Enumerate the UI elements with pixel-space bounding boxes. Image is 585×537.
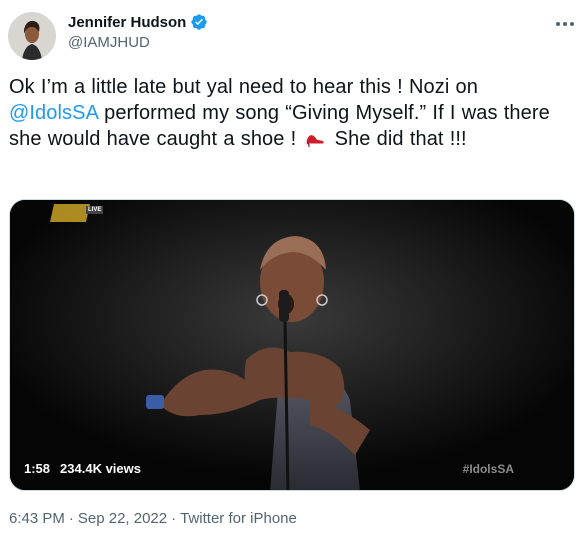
author-block: Jennifer Hudson @IAMJHUD <box>68 12 208 52</box>
tweet-source[interactable]: Twitter for iPhone <box>180 510 297 527</box>
high-heel-shoe-icon <box>304 127 326 149</box>
hashtag-overlay: #IdolsSA <box>462 462 514 476</box>
name-row: Jennifer Hudson <box>68 12 208 32</box>
tweet-time[interactable]: 6:43 PM <box>9 510 65 527</box>
display-name[interactable]: Jennifer Hudson <box>68 14 186 31</box>
tweet-text-part3: She did that !!! <box>328 128 467 150</box>
separator: · <box>171 510 177 527</box>
tweet-text: Ok I’m a little late but yal need to hea… <box>9 74 569 152</box>
tweet-metadata: 6:43 PM · Sep 22, 2022 · Twitter for iPh… <box>9 510 297 527</box>
separator: · <box>68 510 74 527</box>
video-meta: 1:58 234.4K views <box>24 461 141 476</box>
more-horizontal-icon[interactable] <box>551 14 579 34</box>
tweet-date[interactable]: Sep 22, 2022 <box>78 510 167 527</box>
video-duration: 1:58 <box>24 461 51 476</box>
video-player[interactable]: LIVE 1:58 234.4K views #IdolsSA <box>9 199 575 491</box>
verified-badge-icon <box>190 13 208 31</box>
video-views: 234.4K views <box>60 461 141 476</box>
avatar[interactable] <box>8 12 56 60</box>
handle[interactable]: @IAMJHUD <box>68 34 208 51</box>
tweet-text-part1: Ok I’m a little late but yal need to hea… <box>9 76 478 98</box>
live-badge: LIVE <box>86 206 104 214</box>
video-frame-image <box>10 200 574 490</box>
mention-link[interactable]: @IdolsSA <box>9 102 98 124</box>
tweet-card: Jennifer Hudson @IAMJHUD Ok I’m a little… <box>0 0 585 537</box>
